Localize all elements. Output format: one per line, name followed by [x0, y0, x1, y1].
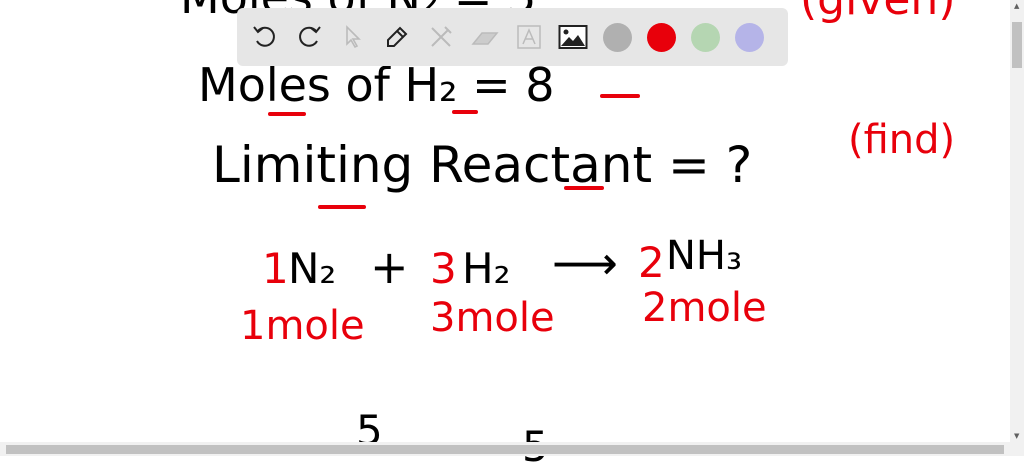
- color-red-button[interactable]: [643, 19, 679, 55]
- image-icon: [558, 25, 588, 49]
- color-lavender-button[interactable]: [731, 19, 767, 55]
- color-gray-button[interactable]: [599, 19, 635, 55]
- nh3-formula: NH₃: [666, 233, 743, 279]
- color-swatch-green: [690, 22, 720, 52]
- select-button[interactable]: [335, 19, 371, 55]
- redo-button[interactable]: [291, 19, 327, 55]
- select-icon: [346, 25, 361, 49]
- find-note: (find): [848, 117, 956, 163]
- image-button[interactable]: [555, 19, 591, 55]
- whiteboard-canvas[interactable]: Moles of N₂ = 5 (given) Moles of H₂ = 8 …: [0, 0, 1010, 468]
- color-swatch-lavender: [734, 22, 764, 52]
- h2-formula: H₂: [462, 244, 511, 293]
- horizontal-scrollbar[interactable]: [0, 442, 1024, 456]
- mole-nh3: 2mole: [642, 285, 767, 331]
- eraser-icon: [471, 32, 499, 45]
- n2-formula: N₂: [288, 244, 337, 293]
- tools-icon: [431, 26, 452, 47]
- undo-icon: [253, 26, 275, 47]
- reaction-arrow: ⟶: [552, 236, 618, 290]
- coefficient-n2: 1: [262, 244, 289, 293]
- drawing-toolbar: [237, 8, 788, 66]
- eraser-button[interactable]: [467, 19, 503, 55]
- vertical-scrollbar[interactable]: ▲ ▼: [1010, 0, 1024, 442]
- text-button[interactable]: [511, 19, 547, 55]
- moles-h2-line: Moles of H₂ = 8: [198, 58, 555, 112]
- undo-button[interactable]: [247, 19, 283, 55]
- underline-mark: [268, 112, 306, 116]
- color-green-button[interactable]: [687, 19, 723, 55]
- mole-n2: 1mole: [240, 303, 365, 349]
- horizontal-scroll-thumb[interactable]: [6, 445, 1004, 454]
- scroll-down-arrow[interactable]: ▼: [1014, 432, 1019, 440]
- coefficient-h2: 3: [430, 244, 457, 293]
- text-icon: [517, 25, 541, 49]
- vertical-scroll-thumb[interactable]: [1012, 22, 1022, 68]
- tools-button[interactable]: [423, 19, 459, 55]
- underline-mark: [600, 94, 640, 98]
- mole-h2: 3mole: [430, 295, 555, 341]
- color-swatch-red: [646, 22, 676, 52]
- limiting-reactant-line: Limiting Reactant = ?: [212, 136, 753, 194]
- redo-icon: [299, 26, 321, 47]
- scroll-up-arrow[interactable]: ▲: [1014, 2, 1019, 10]
- underline-mark: [452, 110, 478, 114]
- pen-icon: [387, 26, 408, 47]
- color-swatch-gray: [602, 22, 632, 52]
- pen-button[interactable]: [379, 19, 415, 55]
- coefficient-nh3: 2: [638, 238, 665, 287]
- underline-mark: [564, 186, 604, 190]
- underline-mark: [318, 205, 366, 209]
- plus-sign: +: [370, 240, 409, 294]
- given-note: (given): [800, 0, 955, 22]
